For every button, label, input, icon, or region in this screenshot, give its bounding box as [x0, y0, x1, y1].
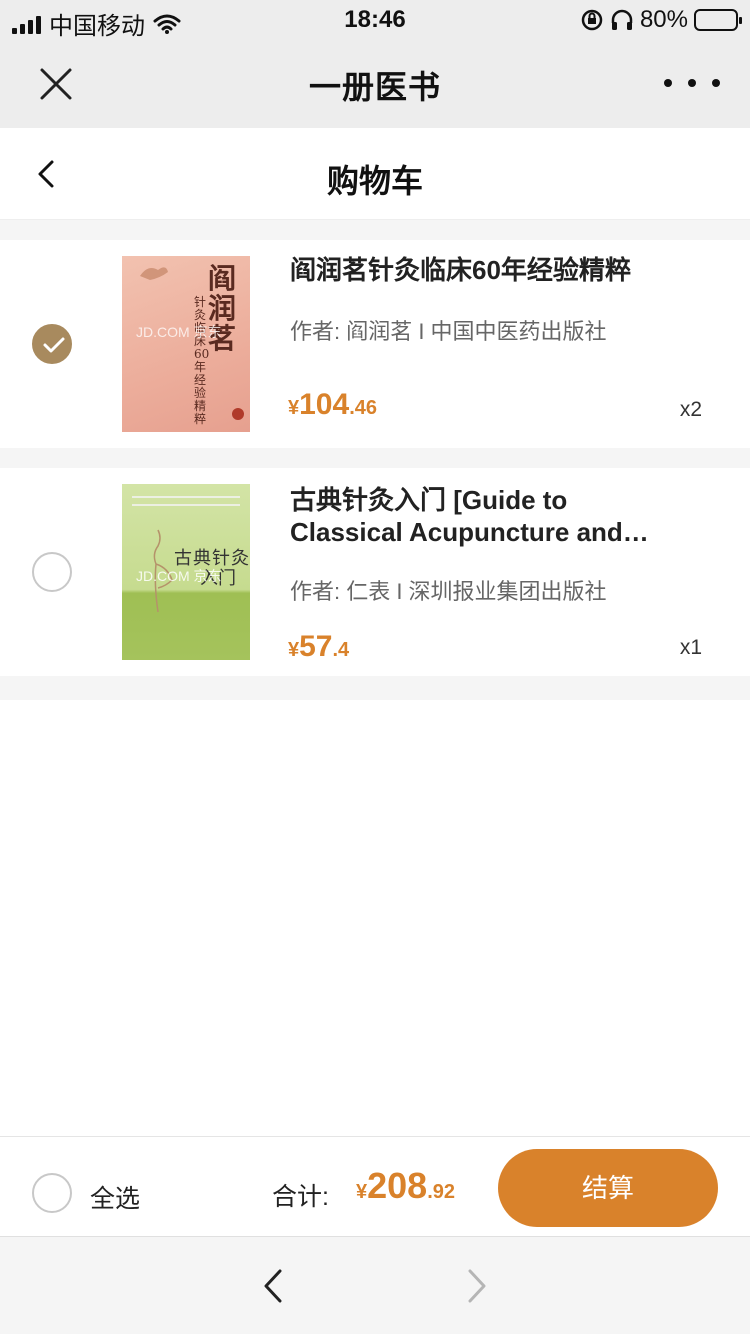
checkout-bar: 全选 合计: ¥208.92 结算	[0, 1136, 750, 1236]
browser-toolbar	[0, 1236, 750, 1334]
price-decimal: .46	[349, 397, 377, 419]
check-icon	[43, 337, 65, 353]
price-currency: ¥	[288, 397, 300, 419]
price-integer: 57	[299, 630, 333, 663]
item-title-line-2: Classical Acupuncture and…	[290, 517, 649, 547]
page-header: 购物车	[0, 128, 750, 220]
total-decimal: .92	[427, 1181, 456, 1203]
cart-item[interactable]: 古典针灸 入门 JD.COM 京东 古典针灸入门 [Guide to Class…	[0, 468, 750, 676]
status-right: 80%	[580, 6, 742, 34]
headphones-icon	[611, 9, 633, 30]
orientation-lock-icon	[581, 9, 603, 31]
select-all-label[interactable]: 全选	[90, 1179, 140, 1215]
item-quantity: x1	[679, 636, 702, 659]
cover-subtitle: 针灸临床60年经验精粹	[194, 295, 210, 426]
item-checkbox[interactable]	[32, 324, 72, 364]
seal-icon	[232, 408, 244, 420]
more-icon[interactable]	[664, 68, 720, 98]
total-integer: 208	[367, 1165, 428, 1206]
book-cover[interactable]: 古典针灸 入门 JD.COM 京东	[122, 484, 250, 660]
item-title[interactable]: 阎润茗针灸临床60年经验精粹	[290, 254, 690, 286]
page-title: 购物车	[326, 163, 423, 199]
price-currency: ¥	[288, 639, 300, 661]
cart-list: 阎润茗 针灸临床60年经验精粹 JD.COM 京东 阎润茗针灸临床60年经验精粹…	[0, 220, 750, 700]
cover-line	[132, 504, 240, 506]
item-price: ¥104.46	[288, 388, 377, 422]
browser-forward-icon[interactable]	[462, 1267, 492, 1305]
item-meta: 作者: 仁表 I 深圳报业集团出版社	[290, 579, 607, 604]
total-price: ¥208.92	[356, 1165, 455, 1207]
battery-percent: 80%	[639, 6, 688, 33]
price-decimal: .4	[332, 639, 350, 661]
flower-icon	[140, 267, 168, 280]
cover-line	[132, 496, 240, 498]
cart-item[interactable]: 阎润茗 针灸临床60年经验精粹 JD.COM 京东 阎润茗针灸临床60年经验精粹…	[0, 240, 750, 448]
app-title: 一册医书	[308, 69, 441, 105]
book-cover[interactable]: 阎润茗 针灸临床60年经验精粹 JD.COM 京东	[122, 256, 250, 432]
select-all-checkbox[interactable]	[32, 1173, 72, 1213]
cover-watermark: JD.COM 京东	[136, 568, 222, 584]
cover-watermark: JD.COM 京东	[136, 324, 222, 340]
status-bar: 中国移动 18:46 80%	[0, 0, 750, 40]
checkout-button[interactable]: 结算	[498, 1149, 718, 1227]
nav-bar: 一册医书	[0, 40, 750, 128]
browser-back-icon[interactable]	[260, 1267, 290, 1305]
total-label: 合计:	[272, 1183, 329, 1211]
item-title-line-1: 古典针灸入门 [Guide to	[290, 485, 568, 515]
item-price: ¥57.4	[288, 630, 349, 664]
item-meta: 作者: 阎润茗 I 中国中医药出版社	[290, 319, 607, 344]
item-title[interactable]: 古典针灸入门 [Guide to Classical Acupuncture a…	[290, 484, 690, 548]
total-currency: ¥	[356, 1181, 368, 1203]
item-quantity: x2	[679, 398, 702, 421]
battery-icon	[694, 9, 742, 31]
item-checkbox[interactable]	[32, 552, 72, 592]
price-integer: 104	[299, 388, 350, 421]
